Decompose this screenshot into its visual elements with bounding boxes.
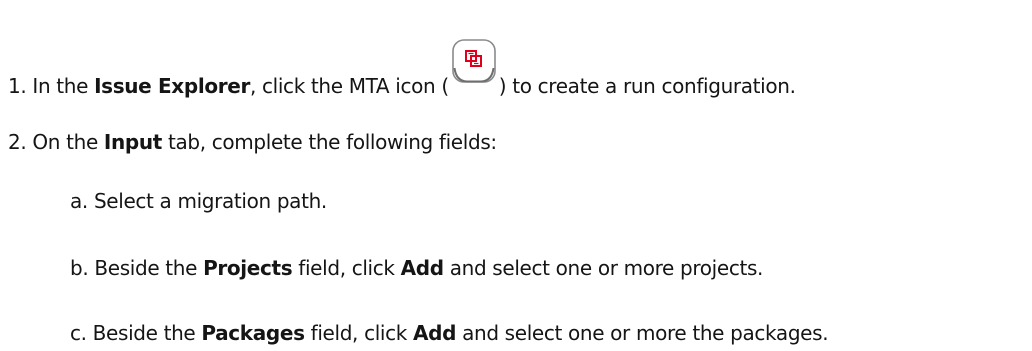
substep-c: c. Beside the Packages field, click Add … <box>70 320 829 346</box>
step-text: ) to create a run configuration. <box>498 74 796 98</box>
packages-term: Packages <box>201 321 305 345</box>
substep-letter: a. <box>70 189 88 213</box>
substep-text: field, click <box>292 256 401 280</box>
step-1: 1. In the Issue Explorer, click the MTA … <box>8 39 796 99</box>
step-number: 2. <box>8 130 27 154</box>
substep-a: a. Select a migration path. <box>70 188 327 214</box>
step-number: 1. <box>8 74 27 98</box>
step-text: In the <box>32 74 95 98</box>
substep-text: Select a migration path. <box>93 189 327 213</box>
substep-letter: b. <box>70 256 89 280</box>
step-text: tab, complete the following fields: <box>161 130 497 154</box>
step-text: , click the MTA icon ( <box>249 74 449 98</box>
substep-text: and select one or more the packages. <box>456 321 829 345</box>
add-term: Add <box>413 321 457 345</box>
substep-text: field, click <box>304 321 414 345</box>
step-text: On the <box>32 130 104 154</box>
substep-b: b. Beside the Projects field, click Add … <box>70 255 763 281</box>
projects-term: Projects <box>203 256 293 280</box>
mta-icon <box>451 38 497 84</box>
substep-text: Beside the <box>94 256 204 280</box>
issue-explorer-term: Issue Explorer <box>94 74 250 98</box>
substep-text: Beside the <box>92 321 202 345</box>
substep-text: and select one or more projects. <box>443 256 764 280</box>
substep-letter: c. <box>70 321 87 345</box>
step-2: 2. On the Input tab, complete the follow… <box>8 129 497 155</box>
add-term: Add <box>400 256 444 280</box>
input-tab-term: Input <box>103 130 162 154</box>
